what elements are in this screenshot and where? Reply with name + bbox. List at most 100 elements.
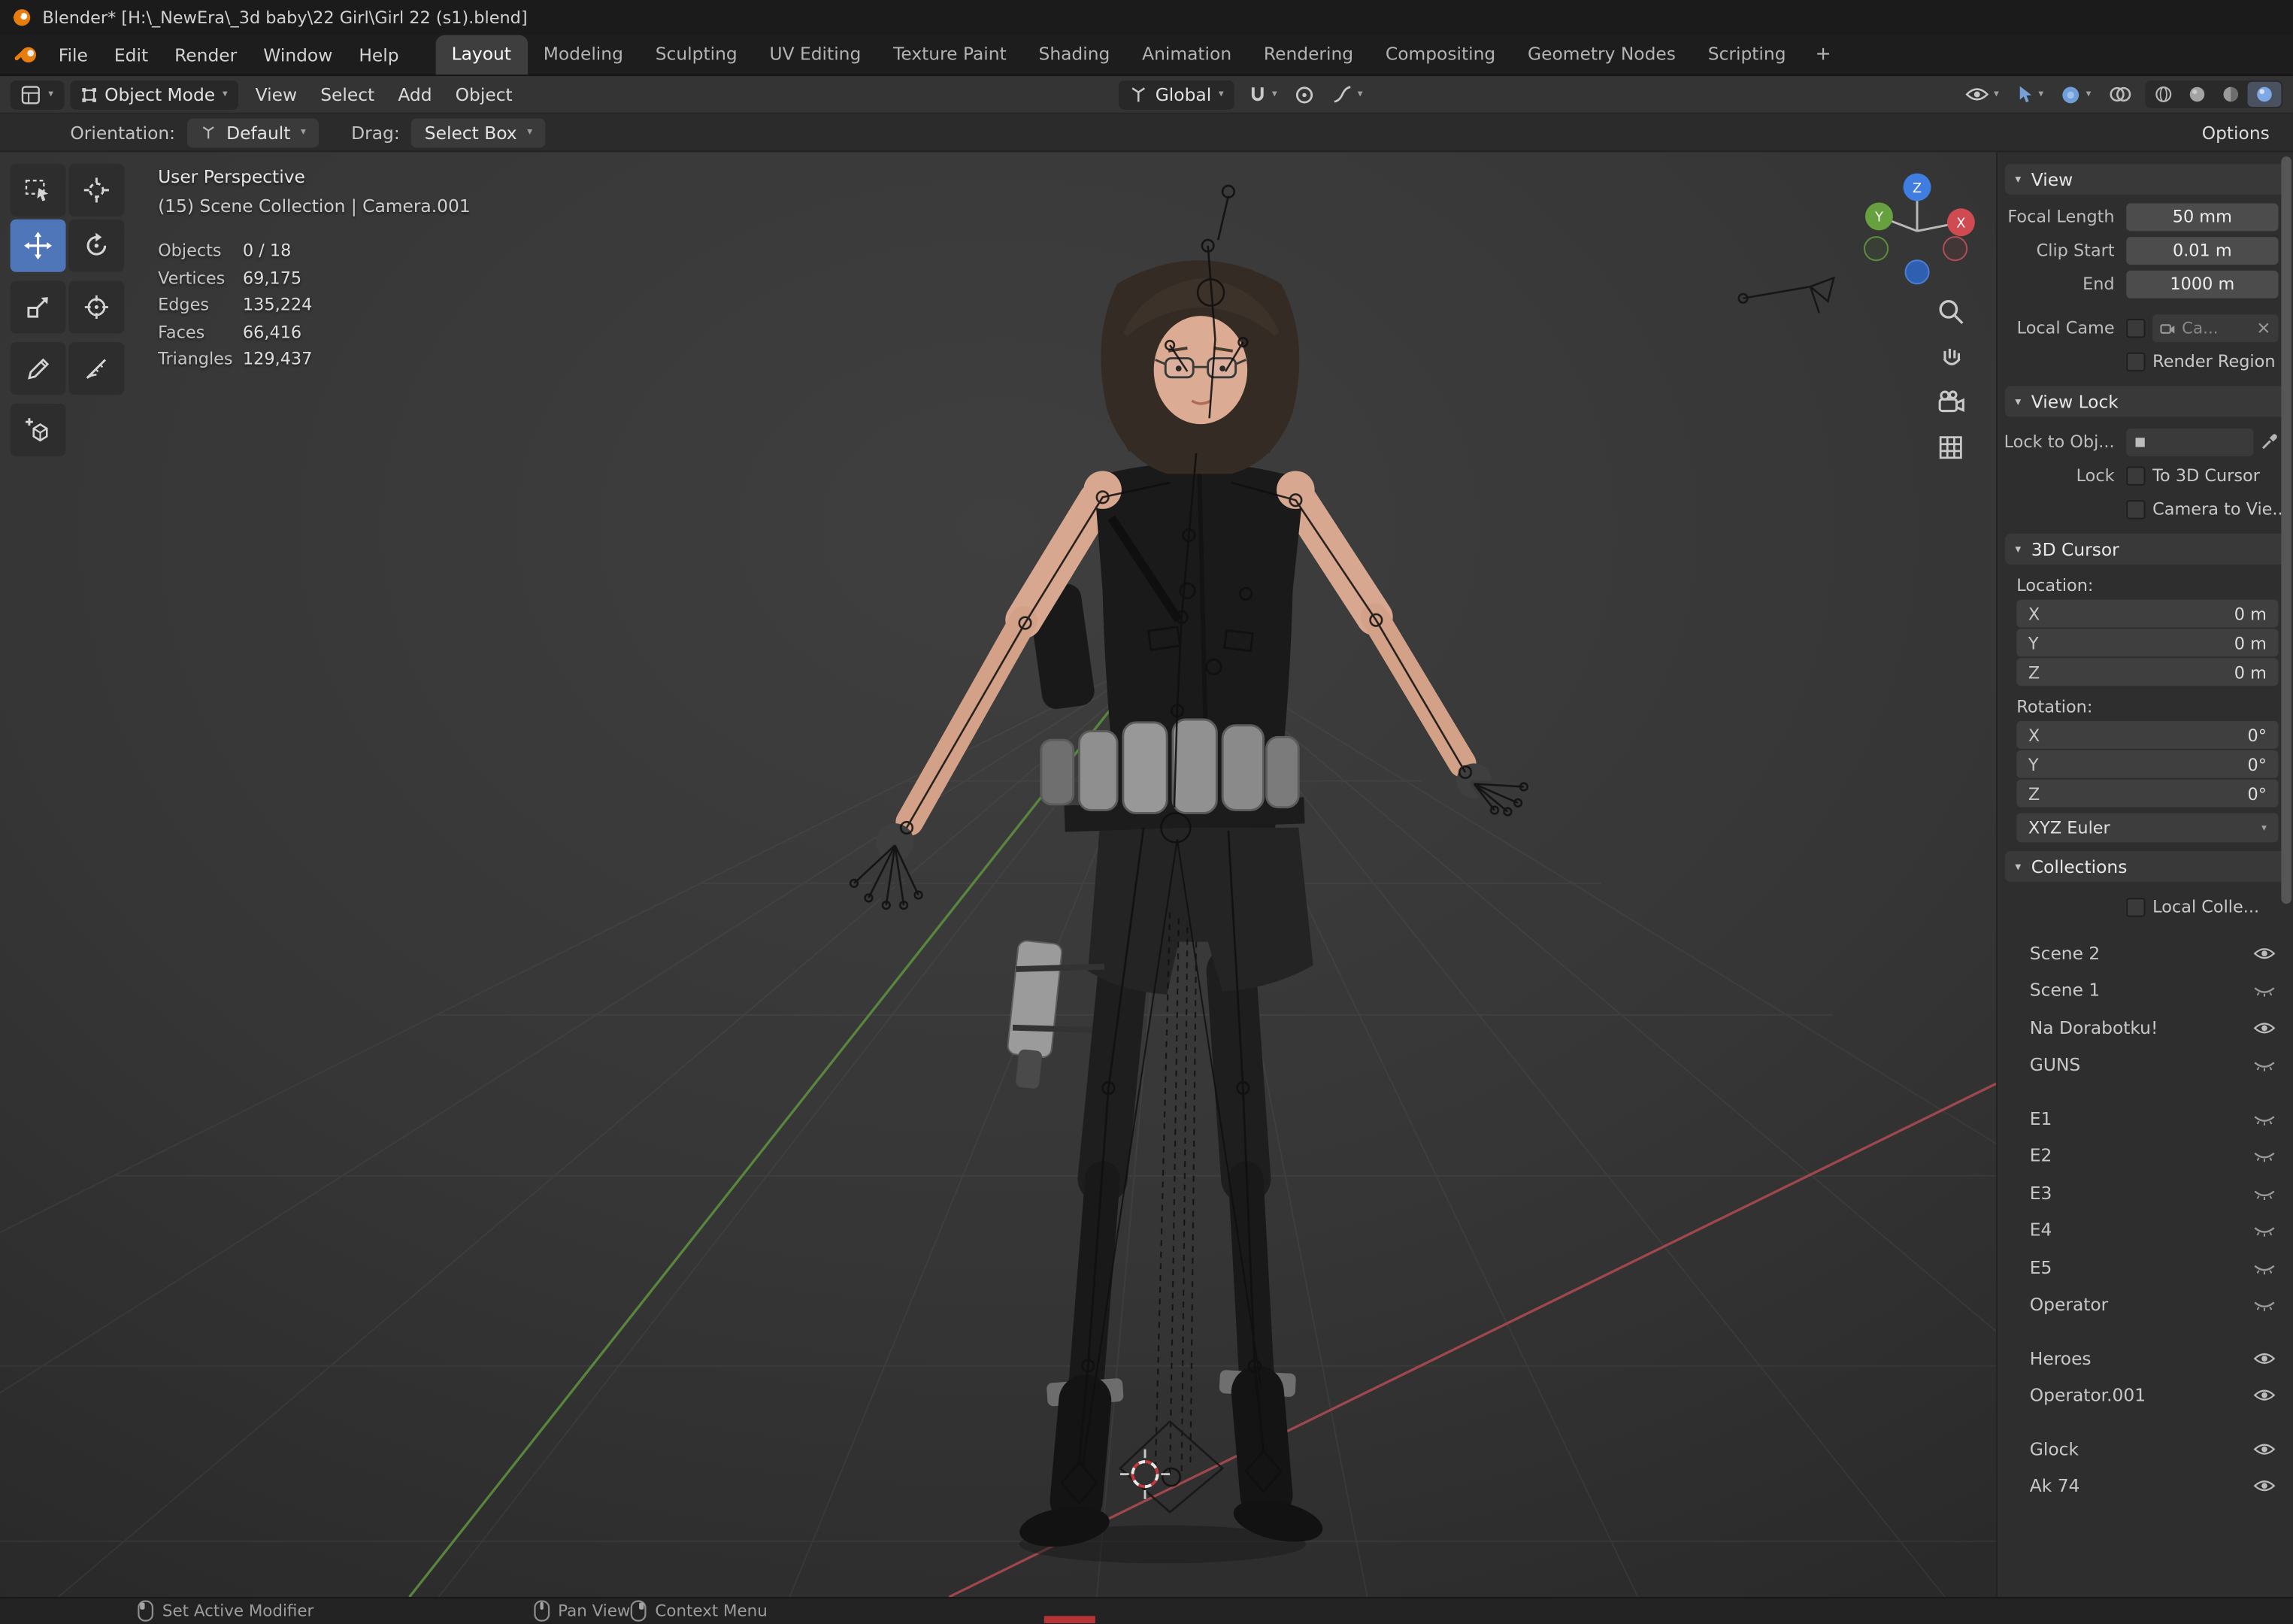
collection-scene-1[interactable]: Scene 1 (2030, 972, 2276, 1010)
camera-to-view-checkbox[interactable] (2126, 499, 2146, 519)
toggle-xray[interactable] (2104, 82, 2137, 107)
snap-toggle[interactable]: ▾ (1243, 81, 1282, 108)
local-collections-checkbox[interactable] (2126, 897, 2146, 917)
viewport-menu-object[interactable]: Object (444, 80, 524, 109)
local-camera-checkbox[interactable] (2126, 318, 2146, 338)
field-focal-length[interactable]: 50 mm (2126, 202, 2279, 231)
orientation-dropdown[interactable]: Default ▾ (186, 117, 320, 147)
gizmo-neg-z-axis[interactable] (1904, 259, 1930, 285)
panel-collections-header[interactable]: ▾ Collections (2004, 851, 2286, 882)
tool-select-box[interactable] (10, 163, 66, 217)
tool-move[interactable] (10, 219, 66, 272)
proportional-falloff-dropdown[interactable]: ▾ (1328, 82, 1368, 107)
workspace-tab-rendering[interactable]: Rendering (1248, 35, 1370, 75)
orthographic-grid-icon[interactable] (1934, 432, 1967, 464)
add-workspace-button[interactable]: + (1802, 35, 1844, 75)
workspace-tab-uv-editing[interactable]: UV Editing (753, 35, 877, 75)
shading-wireframe-icon[interactable] (2146, 82, 2180, 107)
3d-viewport[interactable]: User Perspective (15) Scene Collection |… (0, 152, 1997, 1598)
workspace-tab-layout[interactable]: Layout (435, 35, 528, 75)
workspace-tab-shading[interactable]: Shading (1022, 35, 1126, 75)
mode-dropdown[interactable]: Object Mode ▾ (69, 80, 238, 109)
viewport-menu-add[interactable]: Add (386, 80, 444, 109)
blender-app-menu-icon[interactable] (14, 44, 39, 65)
drag-dropdown[interactable]: Select Box ▾ (411, 117, 546, 147)
shading-rendered-icon[interactable] (2247, 81, 2282, 107)
eye-closed-icon[interactable] (2253, 1260, 2275, 1274)
eye-closed-icon[interactable] (2253, 1058, 2275, 1072)
viewport-menu-select[interactable]: Select (309, 80, 386, 109)
collection-heroes[interactable]: Heroes (2030, 1340, 2276, 1377)
eye-closed-icon[interactable] (2253, 1223, 2275, 1238)
editor-type-button[interactable]: ▾ (10, 80, 64, 109)
eye-closed-icon[interactable] (2253, 1148, 2275, 1162)
topbar-menu-window[interactable]: Window (250, 39, 346, 71)
collection-e2[interactable]: E2 (2030, 1137, 2276, 1174)
navigation-gizmo[interactable]: Z Y X (1858, 164, 1976, 289)
collection-e5[interactable]: E5 (2030, 1249, 2276, 1286)
panel-view-lock-header[interactable]: ▾ View Lock (2004, 386, 2286, 417)
panel-view-header[interactable]: ▾ View (2004, 163, 2286, 195)
workspace-tab-compositing[interactable]: Compositing (1370, 35, 1512, 75)
field-clip-start[interactable]: 0.01 m (2126, 236, 2279, 265)
workspace-tab-sculpting[interactable]: Sculpting (639, 35, 753, 75)
topbar-menu-file[interactable]: File (45, 39, 101, 71)
show-gizmo-dropdown[interactable]: ▾ (2012, 82, 2048, 107)
visibility-dropdown[interactable]: ▾ (1961, 83, 2003, 105)
collection-ak-74[interactable]: Ak 74 (2030, 1468, 2276, 1505)
topbar-menu-render[interactable]: Render (162, 39, 250, 71)
tool-annotate[interactable] (10, 342, 66, 395)
lock-to-object-field[interactable] (2126, 427, 2254, 456)
cursor-location-z[interactable]: Z 0 m (2016, 658, 2279, 686)
gizmo-neg-x-axis[interactable] (1943, 236, 1968, 262)
collection-guns[interactable]: GUNS (2030, 1047, 2276, 1084)
scrollbar-thumb[interactable] (2281, 156, 2291, 904)
cursor-location-y[interactable]: Y 0 m (2016, 629, 2279, 657)
gizmo-neg-y-axis[interactable] (1864, 236, 1889, 262)
pan-hand-icon[interactable] (1934, 341, 1967, 373)
sidebar-scrollbar[interactable] (2281, 156, 2291, 1592)
camera-view-icon[interactable] (1934, 386, 1967, 419)
eye-open-icon[interactable] (2253, 1441, 2276, 1456)
gizmo-y-axis[interactable]: Y (1864, 202, 1893, 231)
collection-operator-001[interactable]: Operator.001 (2030, 1377, 2276, 1414)
shading-material-icon[interactable] (2214, 82, 2248, 107)
tool-rotate[interactable] (68, 219, 125, 272)
render-region-checkbox[interactable] (2126, 351, 2146, 371)
cursor-rotation-x[interactable]: X 0° (2016, 720, 2279, 749)
tool-transform[interactable] (68, 280, 125, 334)
eye-open-icon[interactable] (2253, 1388, 2276, 1402)
gizmo-z-axis[interactable]: Z (1903, 173, 1931, 201)
cursor-rotation-y[interactable]: Y 0° (2016, 750, 2279, 778)
eye-closed-icon[interactable] (2253, 1298, 2275, 1312)
proportional-editing-toggle[interactable] (1290, 81, 1319, 108)
tool-3d-cursor[interactable] (68, 163, 125, 217)
tool-scale[interactable] (10, 280, 66, 334)
topbar-menu-edit[interactable]: Edit (101, 39, 161, 71)
collection-na-dorabotku[interactable]: Na Dorabotku! (2030, 1009, 2276, 1047)
tool-measure[interactable] (68, 342, 125, 395)
rotation-mode-dropdown[interactable]: XYZ Euler ▾ (2016, 813, 2279, 843)
workspace-tab-scripting[interactable]: Scripting (1692, 35, 1802, 75)
field-end[interactable]: 1000 m (2126, 269, 2279, 298)
eye-closed-icon[interactable] (2253, 1186, 2275, 1200)
clear-icon[interactable]: × (2256, 317, 2271, 338)
eyedropper-icon[interactable] (2261, 433, 2278, 450)
cursor-location-x[interactable]: X 0 m (2016, 599, 2279, 628)
gizmo-x-axis[interactable]: X (1946, 208, 1975, 237)
tool-add-cube[interactable] (10, 403, 66, 456)
eye-open-icon[interactable] (2253, 1479, 2276, 1493)
collection-e4[interactable]: E4 (2030, 1212, 2276, 1250)
collection-operator[interactable]: Operator (2030, 1286, 2276, 1324)
cursor-rotation-z[interactable]: Z 0° (2016, 779, 2279, 807)
workspace-tab-modeling[interactable]: Modeling (527, 35, 639, 75)
local-camera-field[interactable]: Ca... × (2152, 314, 2279, 342)
viewport-menu-view[interactable]: View (244, 80, 309, 109)
zoom-icon[interactable] (1934, 295, 1967, 328)
collection-e1[interactable]: E1 (2030, 1100, 2276, 1138)
eye-open-icon[interactable] (2253, 946, 2276, 960)
eye-open-icon[interactable] (2253, 1351, 2276, 1365)
eye-open-icon[interactable] (2253, 1020, 2276, 1035)
collection-e3[interactable]: E3 (2030, 1174, 2276, 1212)
eye-closed-icon[interactable] (2253, 983, 2275, 998)
